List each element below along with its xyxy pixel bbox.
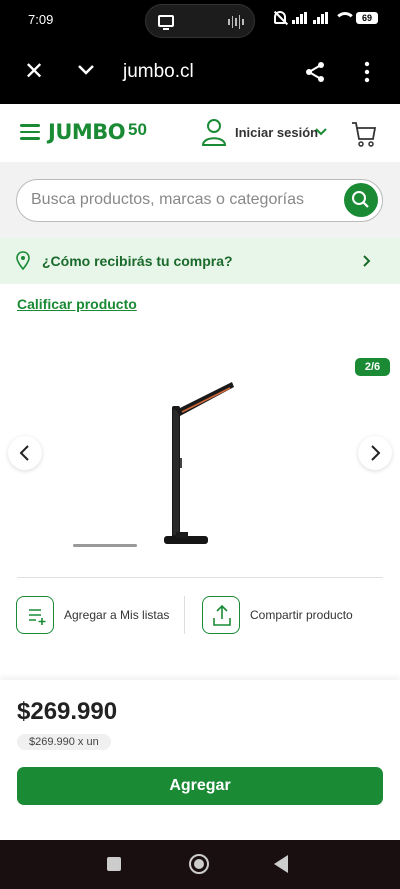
add-to-list-button[interactable]: Agregar a Mis listas: [16, 596, 169, 634]
site-header: JUMBO 50 Iniciar sesión: [0, 104, 400, 162]
search-icon: [352, 191, 369, 208]
chevron-right-icon: [371, 445, 381, 461]
delivery-banner[interactable]: ¿Cómo recibirás tu compra?: [0, 238, 400, 284]
chevron-down-icon[interactable]: [314, 126, 328, 138]
action-separator: [184, 596, 185, 634]
product-gallery[interactable]: 2/6: [0, 320, 400, 560]
product-price: $269.990: [17, 698, 118, 725]
status-time: 7:09: [28, 12, 54, 27]
location-pin-icon: [16, 251, 30, 271]
unit-price-badge: $269.990 x un: [17, 734, 111, 750]
add-to-list-label: Agregar a Mis listas: [64, 608, 170, 622]
status-bar: 7:09 69: [0, 0, 400, 40]
signal-icon: [292, 11, 307, 24]
browser-toolbar: ✕ jumbo.cl: [0, 40, 400, 104]
search-input[interactable]: [31, 191, 331, 209]
wifi-icon: [334, 11, 356, 24]
close-icon[interactable]: ✕: [24, 60, 44, 84]
gallery-indicator: [73, 544, 137, 547]
search-area: [0, 162, 400, 238]
upload-share-icon-box: [202, 596, 240, 634]
home-icon[interactable]: [189, 854, 209, 874]
share-product-label: Compartir producto: [250, 608, 353, 622]
rate-product-link[interactable]: Calificar producto: [17, 296, 137, 312]
desk-lamp-image: [164, 382, 234, 544]
status-icons: 69: [274, 11, 378, 24]
url-text[interactable]: jumbo.cl: [123, 61, 194, 83]
signal-icon-2: [313, 11, 328, 24]
android-nav-bar: [0, 840, 400, 889]
login-button[interactable]: Iniciar sesión: [235, 125, 318, 140]
screen-cast-icon: [158, 15, 174, 30]
jumbo-logo[interactable]: JUMBO: [48, 120, 126, 144]
price-section: $269.990 $269.990 x un Agregar: [0, 680, 400, 840]
cart-icon[interactable]: [351, 120, 377, 148]
search-box[interactable]: [16, 179, 383, 222]
gallery-prev-button[interactable]: [8, 436, 42, 470]
more-vertical-icon[interactable]: [357, 60, 377, 84]
battery-icon: 69: [356, 11, 378, 24]
recents-icon[interactable]: [107, 857, 121, 871]
share-product-button[interactable]: Compartir producto: [202, 596, 353, 634]
audio-wave-icon: [228, 15, 244, 29]
divider: [17, 577, 383, 578]
chevron-left-icon: [19, 445, 29, 461]
chevron-right-icon: [363, 255, 371, 267]
share-icon[interactable]: [303, 60, 327, 84]
cast-pill[interactable]: [145, 4, 255, 38]
list-add-icon: [29, 609, 46, 625]
muted-bell-icon: [274, 11, 286, 24]
hamburger-menu-icon[interactable]: [20, 124, 40, 140]
add-to-cart-button[interactable]: Agregar: [17, 767, 383, 805]
gallery-next-button[interactable]: [358, 436, 392, 470]
logo-anniversary-badge: 50: [128, 120, 147, 139]
list-add-icon-box: [16, 596, 54, 634]
gallery-counter-badge: 2/6: [355, 358, 390, 376]
delivery-label: ¿Cómo recibirás tu compra?: [42, 253, 233, 269]
chevron-down-icon[interactable]: [76, 60, 96, 80]
search-button[interactable]: [344, 183, 378, 217]
back-icon[interactable]: [274, 855, 288, 873]
upload-share-icon: [213, 604, 231, 626]
user-icon[interactable]: [201, 118, 227, 146]
